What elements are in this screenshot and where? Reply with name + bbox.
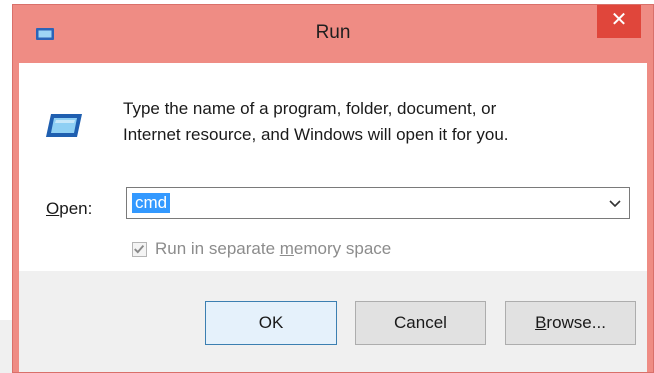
run-program-icon xyxy=(46,114,82,137)
window-title: Run xyxy=(315,22,351,43)
ok-button[interactable]: OK xyxy=(205,301,337,345)
cancel-button[interactable]: Cancel xyxy=(355,301,486,345)
instructions-text: Type the name of a program, folder, docu… xyxy=(123,96,603,148)
checkmark-icon xyxy=(134,244,145,253)
instructions-line-2: Internet resource, and Windows will open… xyxy=(123,125,509,144)
open-combobox[interactable]: cmd xyxy=(126,187,630,219)
checkbox-label-mnemonic: m xyxy=(279,239,294,258)
browse-button[interactable]: Browse... xyxy=(505,301,636,345)
separate-memory-label: Run in separate memory space xyxy=(155,239,391,259)
open-label-mnemonic: O xyxy=(46,199,60,218)
run-dialog: Run ✕ Type the name of a program, folder… xyxy=(12,4,654,373)
open-label-rest: pen: xyxy=(59,199,93,218)
title-bar[interactable]: Run ✕ xyxy=(13,5,653,63)
checkbox-label-part: emory space xyxy=(293,239,392,258)
separate-memory-option[interactable]: Run in separate memory space xyxy=(132,238,391,260)
instructions-line-1: Type the name of a program, folder, docu… xyxy=(123,99,497,118)
dialog-body: Type the name of a program, folder, docu… xyxy=(19,63,647,372)
close-button[interactable]: ✕ xyxy=(597,5,641,38)
chevron-down-icon[interactable] xyxy=(607,195,623,211)
open-input-value[interactable]: cmd xyxy=(132,193,171,213)
cancel-button-label: Cancel xyxy=(394,313,447,332)
close-icon: ✕ xyxy=(610,9,628,31)
separate-memory-checkbox[interactable] xyxy=(132,241,147,257)
browse-button-label: rowse... xyxy=(546,313,606,332)
ok-button-label: OK xyxy=(258,313,284,332)
checkbox-label-part: Run in separate xyxy=(155,239,280,258)
open-label: Open: xyxy=(46,199,92,219)
browse-button-mnemonic: B xyxy=(535,313,547,332)
